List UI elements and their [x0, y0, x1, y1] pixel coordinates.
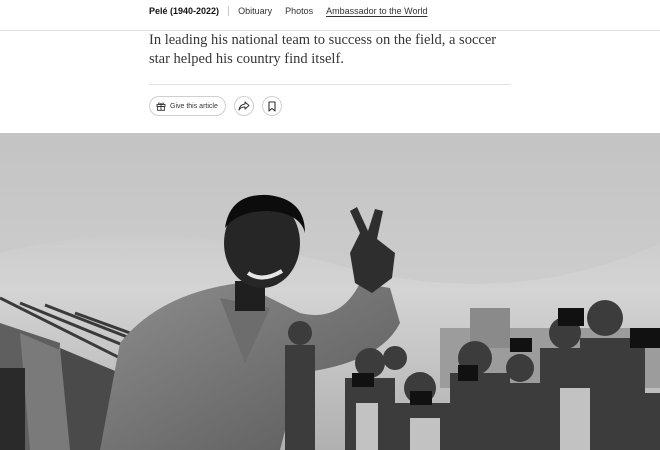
nav-divider [228, 6, 230, 16]
gift-article-button[interactable]: Give this article [149, 96, 226, 116]
article-summary: In leading his national team to success … [149, 32, 497, 67]
article-tools: Give this article [149, 96, 282, 116]
bookmark-icon [268, 100, 276, 112]
section-nav: Pelé (1940-2022) Obituary Photos Ambassa… [0, 0, 660, 31]
nav-title[interactable]: Pelé (1940-2022) [149, 6, 219, 16]
save-button[interactable] [261, 96, 282, 116]
share-button[interactable] [233, 96, 254, 116]
nav-link-obituary[interactable]: Obituary [238, 6, 272, 16]
nav-link-ambassador[interactable]: Ambassador to the World [326, 6, 427, 16]
gift-icon [156, 102, 166, 111]
article-lead-photo [0, 133, 660, 450]
photo-image [0, 133, 660, 450]
divider [149, 84, 511, 85]
share-icon [238, 101, 250, 111]
gift-article-label: Give this article [170, 102, 218, 110]
nav-links-row: Pelé (1940-2022) Obituary Photos Ambassa… [149, 6, 428, 16]
nav-link-photos[interactable]: Photos [285, 6, 313, 16]
